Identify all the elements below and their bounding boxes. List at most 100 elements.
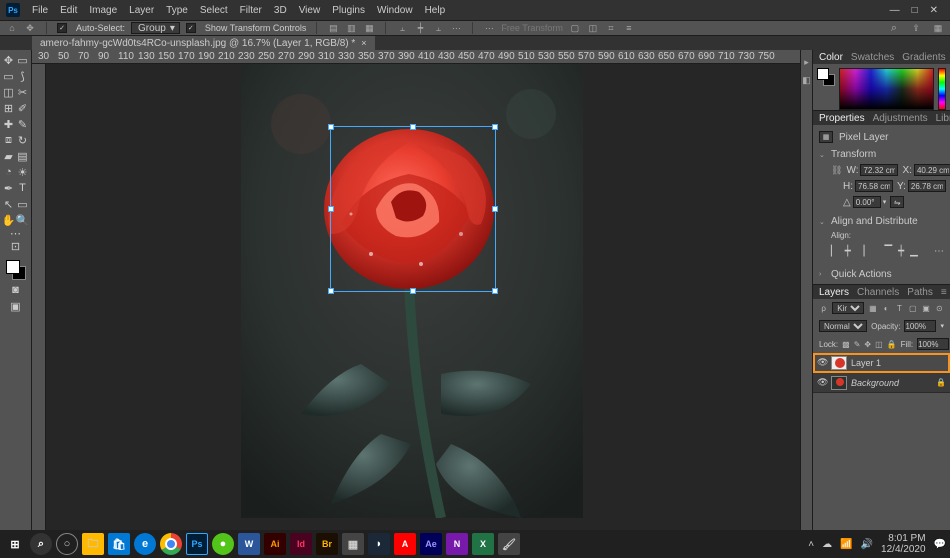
start-button[interactable]: ⊞ bbox=[4, 533, 26, 555]
minimize-button[interactable]: — bbox=[890, 5, 900, 16]
flip-icon[interactable]: ⇋ bbox=[890, 196, 904, 208]
layer-thumbnail-layer1[interactable] bbox=[831, 356, 847, 370]
layer-row-background[interactable]: 👁 Background 🔒 bbox=[813, 373, 950, 393]
type-tool-icon[interactable]: T bbox=[16, 180, 30, 196]
align-bottom-prop-icon[interactable]: ▁ bbox=[910, 246, 918, 257]
aftereffects-icon[interactable]: Ae bbox=[420, 533, 442, 555]
align-left-icon[interactable]: ▤ bbox=[327, 22, 339, 34]
volume-icon[interactable]: 🔊 bbox=[861, 539, 873, 550]
app-green-icon[interactable]: ● bbox=[212, 533, 234, 555]
document-tab[interactable]: amero-fahmy-gcWd0ts4RCo-unsplash.jpg @ 1… bbox=[32, 36, 375, 50]
align-vcenter-prop-icon[interactable]: ┿ bbox=[898, 246, 904, 257]
align-right-prop-icon[interactable]: ▕ bbox=[857, 246, 865, 257]
handle-tr[interactable] bbox=[492, 124, 498, 130]
collapsed-panel-icon-2[interactable]: ◧ bbox=[801, 74, 813, 86]
gradient-tool-icon[interactable]: ▤ bbox=[16, 148, 30, 164]
maximize-button[interactable]: □ bbox=[912, 5, 918, 16]
3d-mode-icon[interactable]: ◫ bbox=[587, 22, 599, 34]
align-bottom-icon[interactable]: ⫠ bbox=[432, 22, 444, 34]
task-icon-2[interactable]: 🖌 bbox=[498, 533, 520, 555]
history-brush-tool-icon[interactable]: ↻ bbox=[16, 132, 30, 148]
filter-smart-icon[interactable]: ▣ bbox=[921, 302, 930, 314]
illustrator-icon[interactable]: Ai bbox=[264, 533, 286, 555]
frame-tool-icon[interactable]: ⊞ bbox=[2, 100, 16, 116]
menu-layer[interactable]: Layer bbox=[123, 5, 160, 16]
layer-name-layer1[interactable]: Layer 1 bbox=[851, 358, 946, 368]
visibility-toggle-background[interactable]: 👁 bbox=[817, 377, 827, 388]
tab-color[interactable]: Color bbox=[819, 52, 843, 63]
tab-properties[interactable]: Properties bbox=[819, 113, 865, 124]
menu-select[interactable]: Select bbox=[194, 5, 234, 16]
tray-chevron-icon[interactable]: ˄ bbox=[808, 539, 814, 550]
eyedropper-tool-icon[interactable]: ✐ bbox=[16, 100, 30, 116]
layer-row-layer1[interactable]: 👁 Layer 1 bbox=[813, 353, 950, 373]
menu-3d[interactable]: 3D bbox=[268, 5, 293, 16]
tab-adjustments[interactable]: Adjustments bbox=[873, 113, 928, 124]
notification-icon[interactable]: 💬 bbox=[934, 539, 946, 550]
tab-paths[interactable]: Paths bbox=[907, 287, 933, 298]
tab-libraries[interactable]: Libraries bbox=[936, 113, 950, 124]
stamp-tool-icon[interactable]: ⧈ bbox=[2, 132, 16, 148]
warp-icon[interactable]: ⌗ bbox=[605, 22, 617, 34]
taskbar-search-icon[interactable]: ⌕ bbox=[30, 533, 52, 555]
wifi-icon[interactable]: 📶 bbox=[840, 539, 852, 550]
tab-swatches[interactable]: Swatches bbox=[851, 52, 894, 63]
menu-type[interactable]: Type bbox=[160, 5, 194, 16]
handle-bm[interactable] bbox=[410, 288, 416, 294]
word-icon[interactable]: W bbox=[238, 533, 260, 555]
align-more-icon[interactable]: ⋯ bbox=[934, 246, 944, 257]
excel-icon[interactable]: X bbox=[472, 533, 494, 555]
edit-toolbar-icon[interactable]: ⊡ bbox=[2, 238, 30, 254]
more-options-icon[interactable]: ⋯ bbox=[483, 22, 495, 34]
handle-bl[interactable] bbox=[328, 288, 334, 294]
align-section-toggle[interactable]: ⌄ bbox=[819, 218, 827, 226]
align-left-prop-icon[interactable]: ▏ bbox=[831, 246, 839, 257]
lock-all-icon[interactable]: 🔒 bbox=[887, 338, 897, 350]
pen-tool-icon[interactable]: ✒ bbox=[2, 180, 16, 196]
onenote-icon[interactable]: N bbox=[446, 533, 468, 555]
store-icon[interactable]: 🛍 bbox=[108, 533, 130, 555]
tab-channels[interactable]: Channels bbox=[857, 287, 899, 298]
quick-mask-icon[interactable]: ◙ bbox=[2, 282, 30, 298]
collapsed-panel-icon-1[interactable]: ▸ bbox=[801, 56, 813, 68]
quick-actions-toggle[interactable]: › bbox=[819, 271, 827, 278]
blur-tool-icon[interactable]: ◔ bbox=[2, 164, 16, 180]
bridge-icon[interactable]: Br bbox=[316, 533, 338, 555]
color-swatches[interactable] bbox=[4, 258, 28, 282]
panel-color-swatch[interactable] bbox=[817, 68, 835, 86]
workspace-switcher-icon[interactable]: ▦ bbox=[932, 22, 944, 34]
chrome-icon[interactable] bbox=[160, 533, 182, 555]
steam-icon[interactable]: ◗ bbox=[368, 533, 390, 555]
layers-panel-menu-icon[interactable]: ≡ bbox=[941, 287, 947, 298]
healing-tool-icon[interactable]: ✚ bbox=[2, 116, 16, 132]
eraser-tool-icon[interactable]: ▰ bbox=[2, 148, 16, 164]
layer-thumbnail-background[interactable] bbox=[831, 376, 847, 390]
shape-tool-icon[interactable]: ▭ bbox=[16, 196, 30, 212]
tab-layers[interactable]: Layers bbox=[819, 287, 849, 298]
lock-pixels-icon[interactable]: ✎ bbox=[854, 338, 861, 350]
handle-mr[interactable] bbox=[492, 206, 498, 212]
dodge-tool-icon[interactable]: ☀ bbox=[16, 164, 30, 180]
menu-edit[interactable]: Edit bbox=[54, 5, 83, 16]
move-tool-icon[interactable]: ✥ bbox=[2, 52, 16, 68]
opacity-input[interactable] bbox=[904, 320, 936, 332]
auto-select-dropdown[interactable]: Group▾ bbox=[131, 22, 180, 34]
close-tab-icon[interactable]: × bbox=[361, 38, 366, 48]
handle-br[interactable] bbox=[492, 288, 498, 294]
layer-filter-dropdown[interactable]: Kind bbox=[832, 302, 864, 314]
width-input[interactable] bbox=[860, 164, 898, 176]
share-icon[interactable]: ⇪ bbox=[910, 22, 922, 34]
menu-filter[interactable]: Filter bbox=[234, 5, 268, 16]
fill-input[interactable] bbox=[917, 338, 949, 350]
align-center-h-icon[interactable]: ▥ bbox=[345, 22, 357, 34]
selection-tool-icon[interactable]: ◫ bbox=[2, 84, 16, 100]
close-button[interactable]: ✕ bbox=[930, 5, 938, 16]
taskbar-clock[interactable]: 8:01 PM 12/4/2020 bbox=[881, 533, 926, 555]
menu-view[interactable]: View bbox=[293, 5, 327, 16]
photoshop-taskbar-icon[interactable]: Ps bbox=[186, 533, 208, 555]
screen-mode-icon[interactable]: ▣ bbox=[2, 298, 30, 314]
lock-position-icon[interactable]: ✥ bbox=[864, 338, 871, 350]
link-wh-icon[interactable]: ⛓ bbox=[831, 164, 842, 176]
visibility-toggle-layer1[interactable]: 👁 bbox=[817, 357, 827, 368]
onedrive-icon[interactable]: ☁ bbox=[822, 539, 832, 550]
